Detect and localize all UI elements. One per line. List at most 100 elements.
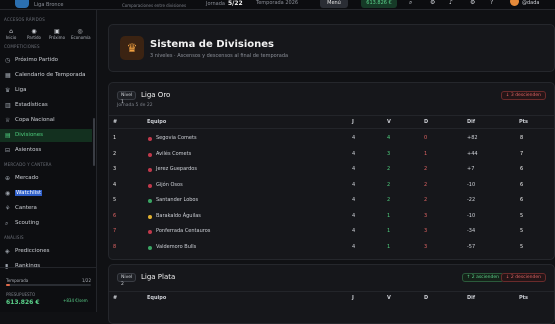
table-row[interactable]: 3 Jerez Guepardos 4 2 2 +7 6	[109, 163, 554, 178]
team-crest-dot	[148, 245, 152, 250]
cell-d: 3	[424, 243, 428, 250]
eye-icon: ◉	[5, 190, 11, 197]
temporada-indicator: Temporada 2026	[256, 0, 299, 6]
cell-d: 2	[424, 166, 428, 172]
cell-v: 1	[387, 228, 391, 234]
cell-v: 2	[387, 181, 391, 188]
username[interactable]: @dada	[522, 0, 539, 6]
quick-label: Economía	[71, 35, 91, 40]
sidebar-item-liga[interactable]: ♛ Liga	[0, 84, 92, 97]
seat-icon: ⊟	[5, 147, 11, 154]
sidebar-item-proximo-partido[interactable]: ◷ Próximo Partido	[0, 54, 92, 67]
nivel-badge: Nivel 1	[117, 91, 137, 105]
liga-plata-card: Nivel 2 Liga Plata ↑ 2 ascienden ↓ 2 des…	[108, 264, 555, 324]
cell-pos: 8	[113, 243, 117, 250]
cell-pts: 6	[520, 166, 524, 172]
presupuesto-value: 613.826 €	[6, 299, 40, 306]
cell-pts: 5	[520, 243, 524, 250]
col-equipo: Equipo	[147, 119, 167, 125]
club-logo[interactable]	[15, 0, 29, 8]
cell-j: 4	[352, 243, 356, 250]
cell-pos: 2	[113, 150, 117, 157]
table-row[interactable]: 1 Segovia Comets 4 4 0 +82 8	[109, 132, 554, 147]
cell-pts: 8	[520, 135, 524, 141]
sidebar-item-divisiones[interactable]: ▤ Divisiones	[0, 129, 92, 142]
search-icon[interactable]: ⌕	[409, 0, 412, 7]
quick-proximo[interactable]: ▣ Próximo	[48, 28, 66, 40]
cell-dif: -10	[467, 181, 476, 188]
cell-dif: -10	[467, 212, 476, 219]
search-icon: ⌕	[5, 220, 9, 227]
cell-j: 4	[352, 166, 356, 172]
settings-icon[interactable]: ⚙	[430, 0, 435, 6]
sidebar-item-label: Próximo Partido	[15, 57, 59, 63]
sidebar-item-label: Calendario de Temporada	[15, 72, 86, 78]
quick-label: Inicio	[5, 35, 17, 40]
page-header: ♛ Sistema de Divisiones 3 niveles · Asce…	[108, 24, 555, 72]
table-row[interactable]: 8 Valdemoro Bulls 4 1 3 -57 5	[109, 241, 554, 256]
section-competiciones: COMPETICIONES	[4, 44, 40, 49]
sidebar-item-label: Liga	[15, 87, 27, 93]
cart-icon: ⊕	[5, 175, 11, 182]
temporada-progress-label: Temporada	[6, 278, 29, 283]
temporada-progress-bar	[6, 284, 91, 286]
table-row[interactable]: 2 Avilés Comets 4 3 1 +44 7	[109, 148, 554, 163]
cell-pos: 5	[113, 197, 117, 203]
cell-d: 0	[424, 135, 428, 141]
money-badge[interactable]: 613.826 €	[361, 0, 397, 8]
sidebar-item-copa[interactable]: ♕ Copa Nacional	[0, 114, 92, 127]
sidebar-item-calendario[interactable]: ▦ Calendario de Temporada	[0, 69, 92, 82]
trophy-icon: ♛	[5, 87, 11, 94]
cell-team: Jerez Guepardos	[156, 166, 197, 172]
cell-v: 2	[387, 166, 391, 172]
table-row[interactable]: 6 Barakaldo Águilas 4 1 3 -10 5	[109, 210, 554, 225]
quick-label: Partido	[27, 35, 41, 40]
divider	[109, 291, 554, 292]
nivel-badge: Nivel 2	[117, 273, 137, 287]
notification-icon[interactable]: ♪	[449, 0, 453, 6]
avatar[interactable]	[510, 0, 519, 6]
quick-inicio[interactable]: ⌂ Inicio	[2, 28, 20, 40]
divider	[109, 115, 554, 116]
top-bar: Liga Bronce Comparaciones entre division…	[0, 0, 555, 10]
table-row[interactable]: 7 Ponferrada Centauros 4 1 3 -34 5	[109, 225, 554, 240]
sidebar-item-watchlist[interactable]: ◉ Watchlist	[0, 187, 92, 200]
col-equipo: Equipo	[147, 295, 167, 301]
cell-pos: 6	[113, 212, 117, 219]
menu-button[interactable]: Menú	[320, 0, 348, 8]
col-v: V	[387, 295, 391, 301]
sidebar-item-scouting[interactable]: ⌕ Scouting	[0, 217, 92, 230]
quick-partido[interactable]: ◉ Partido	[25, 28, 43, 40]
temporada-progress-value: 1/22	[82, 278, 91, 283]
cell-pos: 7	[113, 228, 117, 234]
page-subtitle: 3 niveles · Ascensos y descensos al fina…	[150, 53, 289, 59]
sidebar-scrollbar[interactable]	[93, 118, 95, 166]
cell-pos: 3	[113, 166, 117, 172]
layers-icon: ▤	[5, 132, 11, 139]
team-crest-dot	[148, 168, 152, 172]
sidebar-item-asientos[interactable]: ⊟ Asientoss	[0, 144, 92, 157]
sidebar-item-label: Mercado	[15, 175, 39, 181]
cell-team: Avilés Comets	[156, 150, 192, 157]
table-row[interactable]: 4 Gijón Osos 4 2 2 -10 6	[109, 179, 554, 194]
temporada-progress-fill	[6, 284, 10, 286]
cell-pts: 6	[520, 181, 524, 188]
help-icon[interactable]: ?	[490, 0, 493, 6]
cell-v: 2	[387, 197, 391, 203]
presupuesto-delta: +834 €/sem	[63, 298, 88, 303]
cell-team: Barakaldo Águilas	[156, 212, 201, 219]
coin-icon: ◎	[77, 28, 83, 35]
sidebar-item-estadisticas[interactable]: ▥ Estadísticas	[0, 99, 92, 112]
table-row[interactable]: 5 Santander Lobos 4 2 2 -22 6	[109, 194, 554, 209]
cell-j: 4	[352, 150, 356, 157]
liga-oro-card: Nivel 1 Liga Oro Jornada 5 de 22 ↓ 3 des…	[108, 82, 555, 260]
quick-economia[interactable]: ◎ Economía	[71, 28, 91, 40]
home-icon: ⌂	[9, 28, 13, 35]
cell-d: 2	[424, 197, 428, 203]
cell-j: 4	[352, 228, 356, 234]
sidebar-item-mercado[interactable]: ⊕ Mercado	[0, 172, 92, 185]
gear-icon[interactable]: ⚙	[470, 0, 475, 6]
sidebar-item-cantera[interactable]: ⚘ Cantera	[0, 202, 92, 215]
descienden-badge: ↓ 2 descienden	[500, 273, 546, 282]
sidebar-item-predicciones[interactable]: ◈ Predicciones	[0, 245, 92, 258]
